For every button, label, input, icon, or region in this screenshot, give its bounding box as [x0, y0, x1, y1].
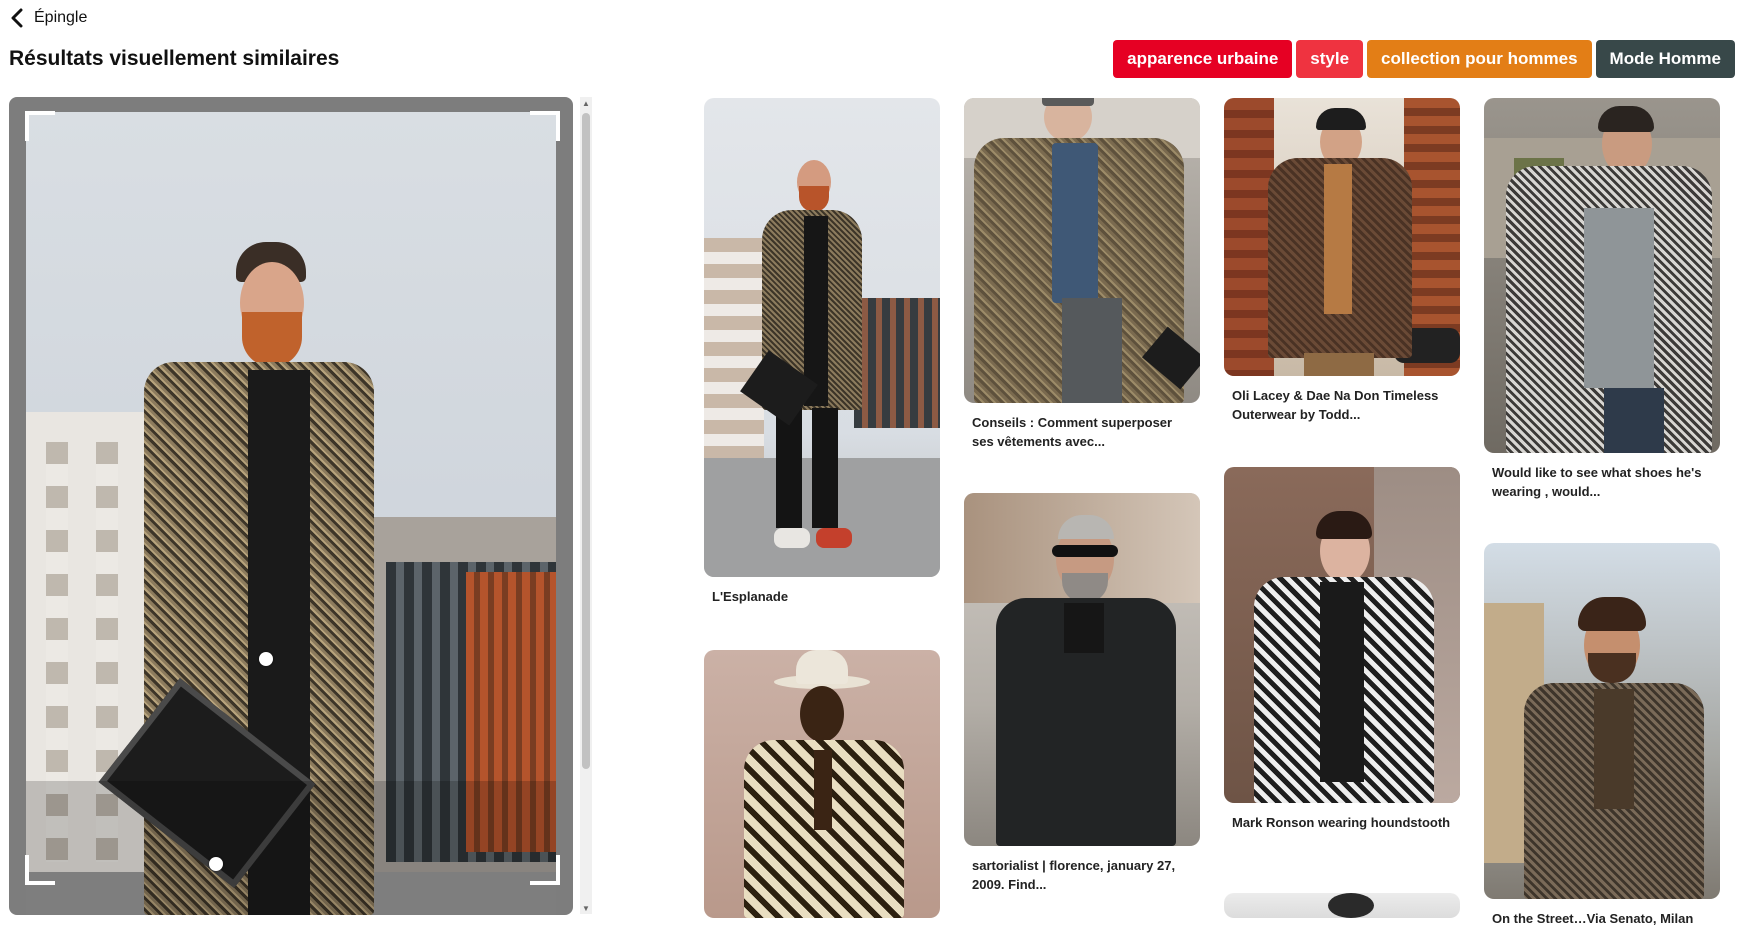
pin-image[interactable]: [1484, 98, 1720, 453]
pin-title: L'Esplanade: [712, 589, 789, 604]
tag-collection-pour-hommes[interactable]: collection pour hommes: [1367, 40, 1592, 78]
crop-handle-bottom-right[interactable]: [530, 855, 560, 885]
pin-card[interactable]: Would like to see what shoes he's wearin…: [1484, 98, 1720, 501]
pin-title: Would like to see what shoes he's wearin…: [1492, 465, 1702, 499]
pin-title: Conseils : Comment superposer ses vêteme…: [972, 415, 1173, 449]
pin-card[interactable]: On the Street…Via Senato, Milan: [1484, 543, 1720, 928]
pin-title: Mark Ronson wearing houndstooth: [1232, 815, 1451, 830]
back-label: Épingle: [34, 9, 88, 26]
crop-outside-shade: [26, 781, 556, 915]
crop-panel-scrollbar[interactable]: ▲ ▼: [580, 97, 592, 914]
pin-title: sartorialist | florence, january 27, 200…: [972, 858, 1176, 892]
pin-image[interactable]: [964, 98, 1200, 403]
scroll-down-arrow-icon[interactable]: ▼: [580, 902, 592, 914]
chevron-left-icon: [10, 8, 24, 28]
pin-title: On the Street…Via Senato, Milan: [1492, 911, 1694, 926]
pin-image[interactable]: [1224, 467, 1460, 803]
pin-image[interactable]: [704, 650, 940, 918]
visual-search-dot[interactable]: [209, 857, 223, 871]
pin-card[interactable]: Oli Lacey & Dae Na Don Timeless Outerwea…: [1224, 98, 1460, 424]
pin-title: Oli Lacey & Dae Na Don Timeless Outerwea…: [1232, 388, 1439, 422]
scroll-up-arrow-icon[interactable]: ▲: [580, 97, 592, 109]
crop-handle-top-right[interactable]: [530, 111, 560, 141]
pin-card[interactable]: Conseils : Comment superposer ses vêteme…: [964, 98, 1200, 451]
page-title: Résultats visuellement similaires: [9, 47, 340, 70]
tag-bar: apparence urbaine style collection pour …: [1113, 40, 1735, 78]
scroll-thumb[interactable]: [582, 113, 590, 769]
tag-mode-homme[interactable]: Mode Homme: [1595, 40, 1735, 78]
crop-handle-bottom-left[interactable]: [25, 855, 55, 885]
pin-image[interactable]: [964, 493, 1200, 846]
pin-card[interactable]: [704, 650, 940, 918]
crop-handle-top-left[interactable]: [25, 111, 55, 141]
pin-card[interactable]: Mark Ronson wearing houndstooth: [1224, 467, 1460, 832]
pin-card[interactable]: L'Esplanade: [704, 98, 940, 606]
tag-apparence-urbaine[interactable]: apparence urbaine: [1113, 40, 1293, 78]
pin-card[interactable]: sartorialist | florence, january 27, 200…: [964, 493, 1200, 894]
pin-image[interactable]: [704, 98, 940, 577]
pin-card[interactable]: [1224, 893, 1460, 918]
pin-image[interactable]: [1224, 98, 1460, 376]
visual-search-dot[interactable]: [259, 652, 273, 666]
back-button[interactable]: Épingle: [10, 6, 87, 30]
tag-style[interactable]: style: [1296, 40, 1364, 78]
pin-image[interactable]: [1224, 893, 1460, 918]
pin-image[interactable]: [1484, 543, 1720, 899]
visual-search-crop-panel[interactable]: [9, 97, 573, 915]
